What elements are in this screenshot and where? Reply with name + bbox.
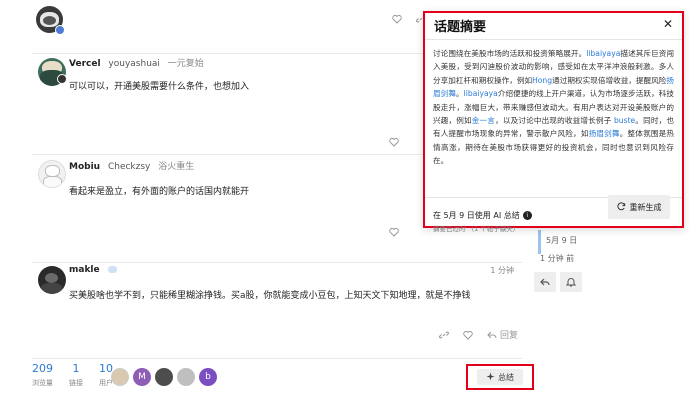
like-icon[interactable] (389, 137, 399, 147)
timeline-reply-button[interactable] (534, 272, 556, 292)
username[interactable]: Vercel (69, 59, 101, 69)
flair-icon (57, 74, 67, 84)
post-actions (389, 227, 399, 237)
sparkle-icon (486, 371, 495, 383)
summary-outdated-text: 摘要已过时 （1 个帖子缺失） (433, 225, 520, 233)
reply-icon (540, 278, 550, 286)
info-icon[interactable]: i (522, 211, 532, 220)
close-icon[interactable]: ✕ (663, 17, 673, 31)
post-time[interactable]: 1 分钟 (490, 265, 514, 276)
post-body: 买美股啥也学不到，只能稀里糊涂挣钱。买a股，你就能变成小豆包，上知天文下知地理，… (69, 291, 471, 301)
full-name: youyashuai (108, 59, 160, 69)
timeline-date: 5月 9 日 (546, 236, 578, 245)
post-actions: 回复 (438, 328, 518, 341)
user-mention-link[interactable]: Hong (532, 76, 552, 85)
summary-date-text: 在 5月 9 日使用 AI 总结 (433, 211, 520, 220)
user-mention-link[interactable]: 扬眉剑舞 (589, 129, 620, 138)
timeline-ago[interactable]: 1 分钟 前 (540, 253, 574, 264)
chat-badge-icon (107, 266, 117, 273)
user-mention-link[interactable]: buste (614, 116, 635, 125)
refresh-icon (616, 201, 626, 213)
reply-icon (487, 331, 497, 338)
top-post-actions (392, 14, 426, 24)
links-stat[interactable]: 1 链接 (69, 362, 83, 388)
reply-label: 回复 (499, 331, 518, 341)
like-icon[interactable] (389, 227, 399, 237)
username[interactable]: makle (69, 265, 100, 275)
links-count: 1 (72, 362, 80, 375)
summary-text: 讨论围绕在美股市场的活跃和投资策略展开。libaiyaya描述其斥巨资闯入美股，… (433, 47, 674, 168)
summary-text-segment: 讨论围绕在美股市场的活跃和投资策略展开。 (433, 49, 587, 58)
avatar[interactable] (38, 266, 66, 294)
top-avatar-badge (55, 25, 65, 35)
like-icon[interactable] (463, 330, 473, 340)
timeline-scroller[interactable] (538, 230, 541, 254)
participant-avatars: M b (111, 368, 217, 386)
summary-text-segment: 通过期权实现倍增收益，提醒风险 (552, 75, 667, 85)
regenerate-button[interactable]: 重新生成 (608, 195, 670, 219)
user-title: 浴火重生 (158, 162, 195, 172)
post-makle: makle 1 分钟 买美股啥也学不到，只能稀里糊涂挣钱。买a股，你就能变成小豆… (32, 262, 522, 352)
summarize-button[interactable]: 总结 (477, 369, 523, 385)
participant-avatar[interactable] (155, 368, 173, 386)
link-icon[interactable] (438, 330, 449, 340)
modal-divider (425, 39, 682, 40)
regenerate-label: 重新生成 (629, 202, 662, 212)
summarize-label: 总结 (498, 372, 514, 382)
post-body: 看起来是盈立，有外面的账户的话国内就能开 (69, 187, 250, 197)
timeline-notify-button[interactable] (560, 272, 582, 292)
views-label: 浏览量 (32, 379, 53, 387)
modal-title: 话题摘要 (434, 20, 487, 35)
summary-meta: 在 5月 9 日使用 AI 总结 i 摘要已过时 （1 个帖子缺失） (433, 210, 532, 233)
summary-text-segment: 。 (456, 89, 464, 99)
views-stat: 209 浏览量 (32, 362, 53, 388)
participant-avatar[interactable] (177, 368, 195, 386)
topic-summary-modal: 话题摘要 ✕ 讨论围绕在美股市场的活跃和投资策略展开。libaiyaya描述其斥… (423, 11, 684, 233)
user-title: 一元复始 (167, 59, 204, 69)
full-name: Checkzsy (107, 162, 151, 172)
user-mention-link[interactable]: libaiyaya (586, 49, 620, 58)
summarize-highlight: 总结 (466, 364, 534, 390)
topic-footer-divider (32, 358, 522, 359)
views-count: 209 (32, 362, 53, 375)
user-mention-link[interactable]: libaiyaya (464, 89, 498, 98)
like-icon[interactable] (392, 14, 402, 24)
topic-stats: 209 浏览量 1 链接 10 用户 (32, 362, 113, 388)
username[interactable]: Mobiu (69, 162, 100, 172)
bell-icon (566, 278, 576, 287)
participant-avatar[interactable]: M (133, 368, 151, 386)
participant-avatar[interactable]: b (199, 368, 217, 386)
links-label: 链接 (69, 379, 83, 387)
user-mention-link[interactable]: 金一言 (472, 116, 495, 125)
post-actions (389, 137, 399, 147)
participant-avatar[interactable] (111, 368, 129, 386)
post-body: 可以可以，开通美股需要什么条件，也想加入 (69, 82, 250, 92)
summary-text-segment: ，以及讨论中出现的收益增长例子 (495, 116, 614, 126)
reply-button[interactable]: 回复 (487, 328, 518, 341)
avatar[interactable] (38, 160, 66, 188)
